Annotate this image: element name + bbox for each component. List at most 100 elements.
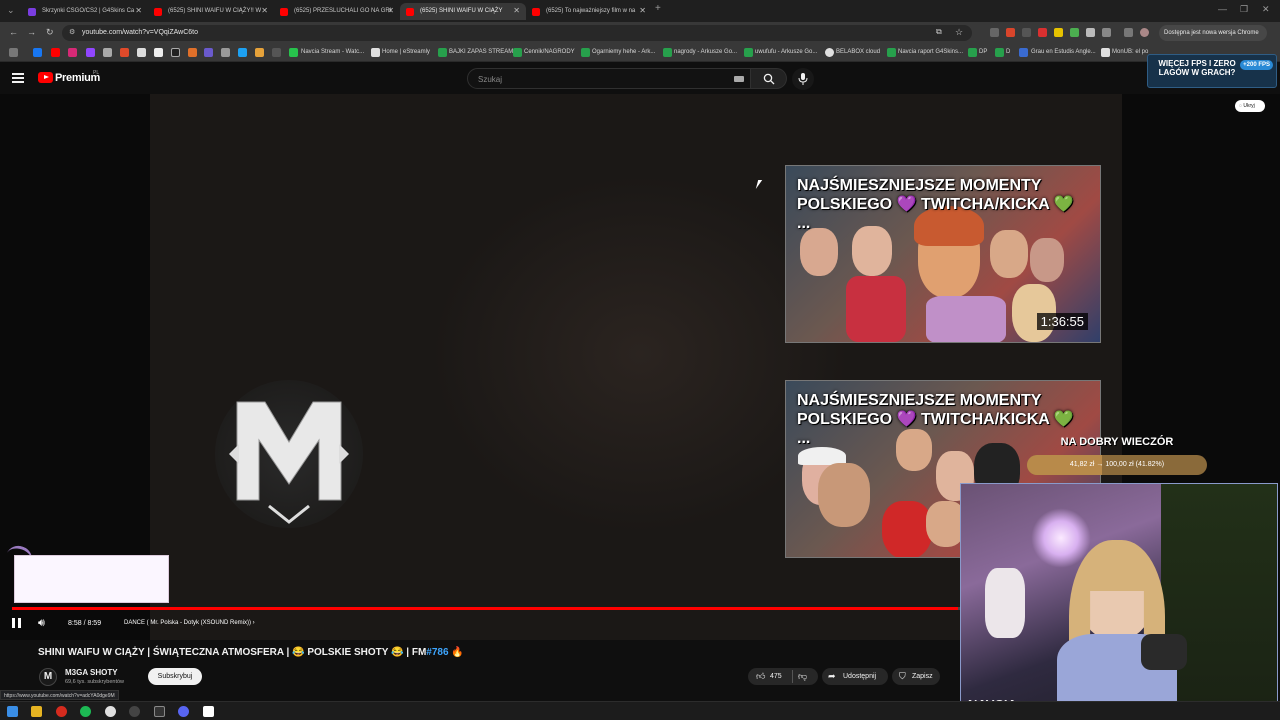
windows-start-icon[interactable] (7, 706, 18, 717)
x-icon[interactable] (154, 48, 163, 57)
extension-icon[interactable] (1086, 28, 1095, 37)
install-app-icon[interactable]: ⧉ (936, 27, 942, 37)
close-tab-icon[interactable]: ✕ (261, 6, 268, 15)
bookmark-item[interactable]: DP (979, 49, 987, 55)
like-count[interactable]: 475 (770, 668, 782, 685)
like-icon[interactable]: 👍︎ (756, 668, 765, 685)
app-icon[interactable] (203, 706, 214, 717)
endscreen-video-card[interactable]: NAJŚMIESZNIEJSZE MOMENTY POLSKIEGO 💜 TWI… (785, 165, 1101, 343)
extension-icon[interactable] (1022, 28, 1031, 37)
bookmark-icon[interactable] (204, 48, 213, 57)
bookmark-icon[interactable] (188, 48, 197, 57)
bookmark-icon[interactable] (103, 48, 112, 57)
forward-icon[interactable]: → (27, 27, 36, 37)
back-icon[interactable]: ← (9, 27, 18, 37)
tab-favicon (280, 8, 288, 16)
bookmark-item[interactable]: Cennik/NAGRODY (524, 49, 575, 55)
chrome-update-button[interactable]: Dostępna jest nowa wersja Chrome (1159, 25, 1267, 41)
bookmark-item[interactable]: BAJKI ZAPAS STREAM (449, 49, 513, 55)
file-explorer-icon[interactable] (31, 706, 42, 717)
extension-icon[interactable] (1070, 28, 1079, 37)
extension-icon[interactable] (990, 28, 999, 37)
profile-avatar[interactable] (1140, 28, 1149, 37)
close-tab-icon[interactable]: ✕ (513, 6, 520, 15)
youtube-icon[interactable] (51, 48, 60, 57)
bookmark-item[interactable]: Grau en Estudis Angle... (1031, 49, 1096, 55)
sheets-icon (513, 48, 522, 57)
browser-tab[interactable]: (6525) SHINI WAIFU W CIĄŻY!! W ✕ (148, 3, 274, 20)
bookmark-item[interactable]: uwufufu - Arkusze Go... (755, 49, 817, 55)
chapter-title[interactable]: DANCE ( Mr. Polska - Dotyk (XSOUND Remix… (124, 620, 255, 626)
volume-icon[interactable]: 🔊︎ (38, 617, 45, 630)
browser-tab[interactable]: (6525) PRZESLUCHALI GO NA GRI ✕ (274, 3, 400, 20)
obs-icon[interactable] (129, 706, 140, 717)
reload-icon[interactable]: ↻ (46, 27, 54, 38)
browser-tab-active[interactable]: (6525) SHINI WAIFU W CIĄŻY ✕ (400, 3, 526, 20)
hide-button[interactable]: ◌ Ukryj (1235, 100, 1265, 112)
bookmark-item[interactable]: MonUB: el po (1112, 49, 1148, 55)
bookmark-icon[interactable] (238, 48, 247, 57)
minimize-icon[interactable]: — (1218, 4, 1227, 14)
bookmark-item[interactable]: Home | eStreamly (382, 49, 430, 55)
instagram-icon[interactable] (68, 48, 77, 57)
close-window-icon[interactable]: ✕ (1262, 4, 1270, 15)
extension-icon[interactable] (1006, 28, 1015, 37)
apps-grid-icon[interactable] (9, 48, 18, 57)
subscribe-button[interactable]: Subskrybuj (148, 668, 202, 685)
terminal-icon[interactable] (154, 706, 165, 717)
maximize-icon[interactable]: ❐ (1240, 4, 1248, 15)
bookmark-icon[interactable] (120, 48, 129, 57)
bookmark-icon[interactable] (255, 48, 264, 57)
browser-tab-strip: ⌄ Skrzynki CSGO/CS2 | G4Skins Ca ✕ (6525… (0, 0, 1280, 22)
tiktok-icon[interactable] (171, 48, 180, 57)
tab-search-icon[interactable]: ⌄ (7, 5, 15, 16)
keyboard-icon[interactable] (734, 76, 744, 82)
extension-icon[interactable] (1054, 28, 1063, 37)
sheets-icon (438, 48, 447, 57)
chrome-icon[interactable] (105, 706, 116, 717)
video-hashtag[interactable]: #786 (426, 647, 448, 658)
extension-icon[interactable] (1038, 28, 1047, 37)
youtube-logo-icon[interactable] (38, 72, 53, 83)
channel-avatar[interactable]: M (39, 668, 57, 686)
discord-icon[interactable] (178, 706, 189, 717)
bookmark-item[interactable]: D (1006, 49, 1010, 55)
bookmark-icon[interactable] (272, 48, 281, 57)
bookmark-icon[interactable] (221, 48, 230, 57)
facebook-icon[interactable] (33, 48, 42, 57)
dislike-icon[interactable]: 👎︎ (798, 668, 807, 685)
bookmark-item[interactable]: Navcia Stream - Watc... (301, 49, 364, 55)
opera-icon[interactable] (56, 706, 67, 717)
twitch-icon[interactable] (86, 48, 95, 57)
downloads-icon[interactable] (1124, 28, 1133, 37)
spotify-icon[interactable] (80, 706, 91, 717)
browser-tab[interactable]: Skrzynki CSGO/CS2 | G4Skins Ca ✕ (22, 3, 148, 20)
save-button[interactable]: ⛉ Zapisz (892, 668, 940, 685)
close-tab-icon[interactable]: ✕ (387, 6, 394, 15)
kick-icon[interactable] (289, 48, 298, 57)
search-button[interactable] (751, 68, 787, 89)
promo-banner[interactable]: WIĘCEJ FPS I ZERO LAGÓW W GRACH? +200 FP… (1147, 54, 1277, 88)
extensions-puzzle-icon[interactable] (1102, 28, 1111, 37)
close-tab-icon[interactable]: ✕ (639, 6, 646, 15)
bookmark-item[interactable]: nagrody - Arkusze Go... (674, 49, 737, 55)
url-field[interactable]: ⚙ youtube.com/watch?v=VQqiZAwC6to ☆ ⧉ (62, 25, 972, 41)
video-title-text: SHINI WAIFU W CIĄŻY | ŚWIĄTECZNA ATMOSFE… (38, 647, 427, 658)
channel-name[interactable]: M3GA SHOTY (65, 668, 118, 677)
site-info-icon[interactable]: ⚙ (69, 28, 75, 36)
url-text[interactable]: youtube.com/watch?v=VQqiZAwC6to (82, 29, 198, 36)
pause-icon[interactable] (12, 618, 21, 628)
hamburger-menu-icon[interactable] (12, 73, 24, 83)
browser-tab[interactable]: (6525) To najważniejszy film w na ✕ (526, 3, 652, 20)
bookmark-item[interactable]: BELABOX cloud (836, 49, 880, 55)
new-tab-button[interactable]: + (655, 3, 661, 14)
voice-search-button[interactable] (792, 68, 814, 90)
bookmark-star-icon[interactable]: ☆ (955, 27, 963, 38)
search-input[interactable]: Szukaj (467, 68, 751, 89)
bookmark-item[interactable]: Navcia raport G4Skins... (898, 49, 963, 55)
bookmark-icon[interactable] (137, 48, 146, 57)
bookmark-item[interactable]: Ogarniemy hehe - Ark... (592, 49, 655, 55)
share-button[interactable]: ➦ Udostępnij (822, 668, 888, 685)
progress-bar[interactable] (12, 607, 960, 610)
close-tab-icon[interactable]: ✕ (135, 6, 142, 15)
